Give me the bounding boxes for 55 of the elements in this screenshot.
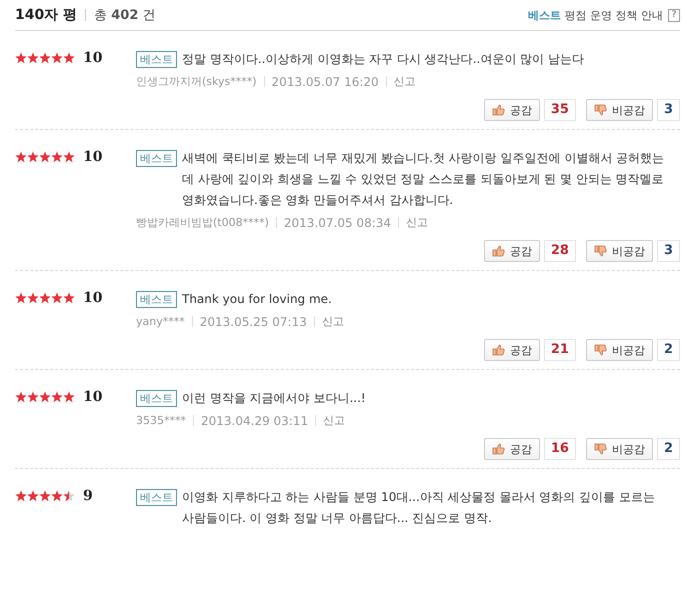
- dislike-button[interactable]: 비공감: [586, 240, 653, 262]
- review-date: 2013.07.05 08:34: [284, 216, 392, 230]
- review-date: 2013.05.25 07:13: [200, 314, 307, 328]
- like-button[interactable]: 공감: [484, 339, 540, 361]
- review-text: Thank you for loving me.: [182, 291, 333, 308]
- review-date: 2013.05.07 16:20: [272, 74, 379, 88]
- help-icon[interactable]: ?: [668, 8, 680, 22]
- policy-link[interactable]: 베스트 평점 운영 정책 안내: [528, 8, 663, 22]
- dislike-count: 3: [656, 99, 680, 121]
- author-name: yany****: [136, 315, 185, 328]
- author-name: 3535****: [136, 414, 186, 427]
- dislike-count: 2: [656, 438, 680, 460]
- author-name: 빵밥카레비빔밥(t008****): [136, 215, 269, 230]
- dislike-count: 2: [656, 339, 680, 361]
- dislike-button[interactable]: 비공감: [586, 339, 653, 361]
- thumbs-up-icon: [492, 443, 505, 455]
- report-link[interactable]: 신고: [406, 215, 428, 230]
- like-count: 28: [544, 240, 576, 262]
- thumbs-down-icon: [594, 104, 607, 116]
- best-badge: 베스트: [136, 291, 177, 308]
- dislike-button[interactable]: 비공감: [586, 99, 653, 121]
- review-text: 새벽에 쿡티비로 봤는데 너무 재밌게 봤습니다.첫 사랑이랑 일주일전에 이별해서 공허했는데 사랑에 깊이와 희생을 느낄 수 있었던 정말 스스로를 되돌아보게 된 몇 안되는 명작멜로 영화였습니다.좋은 영화 만들어주셔서 감사합니다.: [182, 150, 666, 209]
- author-name: 인생그까지꺼(skys****): [136, 74, 257, 89]
- thumbs-down-icon: [594, 443, 607, 455]
- review-text: 이런 명작을 지금에서야 보다니...!: [182, 390, 367, 407]
- thumbs-up-icon: [492, 245, 505, 257]
- report-link[interactable]: 신고: [322, 314, 344, 329]
- review-text: 이영화 지루하다고 하는 사람들 분명 10대...아직 세상물정 몰라서 영화의 깊이를 모르는 사람들이다. 이 영화 정말 너무 아름답다... 진심으로 명작.: [182, 489, 656, 527]
- section-title: 140자 평: [15, 6, 78, 24]
- score: 10: [83, 391, 102, 404]
- best-badge: 베스트: [136, 150, 177, 167]
- score: 9: [83, 490, 93, 503]
- like-button[interactable]: 공감: [484, 240, 540, 262]
- best-badge: 베스트: [136, 51, 177, 68]
- like-count: 16: [544, 438, 576, 460]
- dislike-count: 3: [656, 240, 680, 262]
- thumbs-up-icon: [492, 104, 505, 116]
- dislike-button[interactable]: 비공감: [586, 438, 653, 460]
- review-text: 정말 명작이다..이상하게 이영화는 자꾸 다시 생각난다..여운이 많이 남는다: [182, 51, 585, 68]
- best-badge: 베스트: [136, 489, 177, 506]
- thumbs-up-icon: [492, 344, 505, 356]
- like-count: 21: [544, 339, 576, 361]
- report-link[interactable]: 신고: [394, 74, 416, 89]
- best-badge: 베스트: [136, 390, 177, 407]
- score: 10: [83, 292, 102, 305]
- like-count: 35: [544, 99, 576, 121]
- thumbs-down-icon: [594, 344, 607, 356]
- total-count: 총 402 건: [94, 7, 156, 24]
- report-link[interactable]: 신고: [323, 413, 346, 428]
- like-button[interactable]: 공감: [484, 99, 540, 121]
- thumbs-down-icon: [594, 245, 607, 257]
- like-button[interactable]: 공감: [484, 438, 540, 460]
- score: 10: [83, 151, 102, 164]
- score: 10: [83, 52, 102, 65]
- review-date: 2013.04.29 03:11: [201, 414, 308, 428]
